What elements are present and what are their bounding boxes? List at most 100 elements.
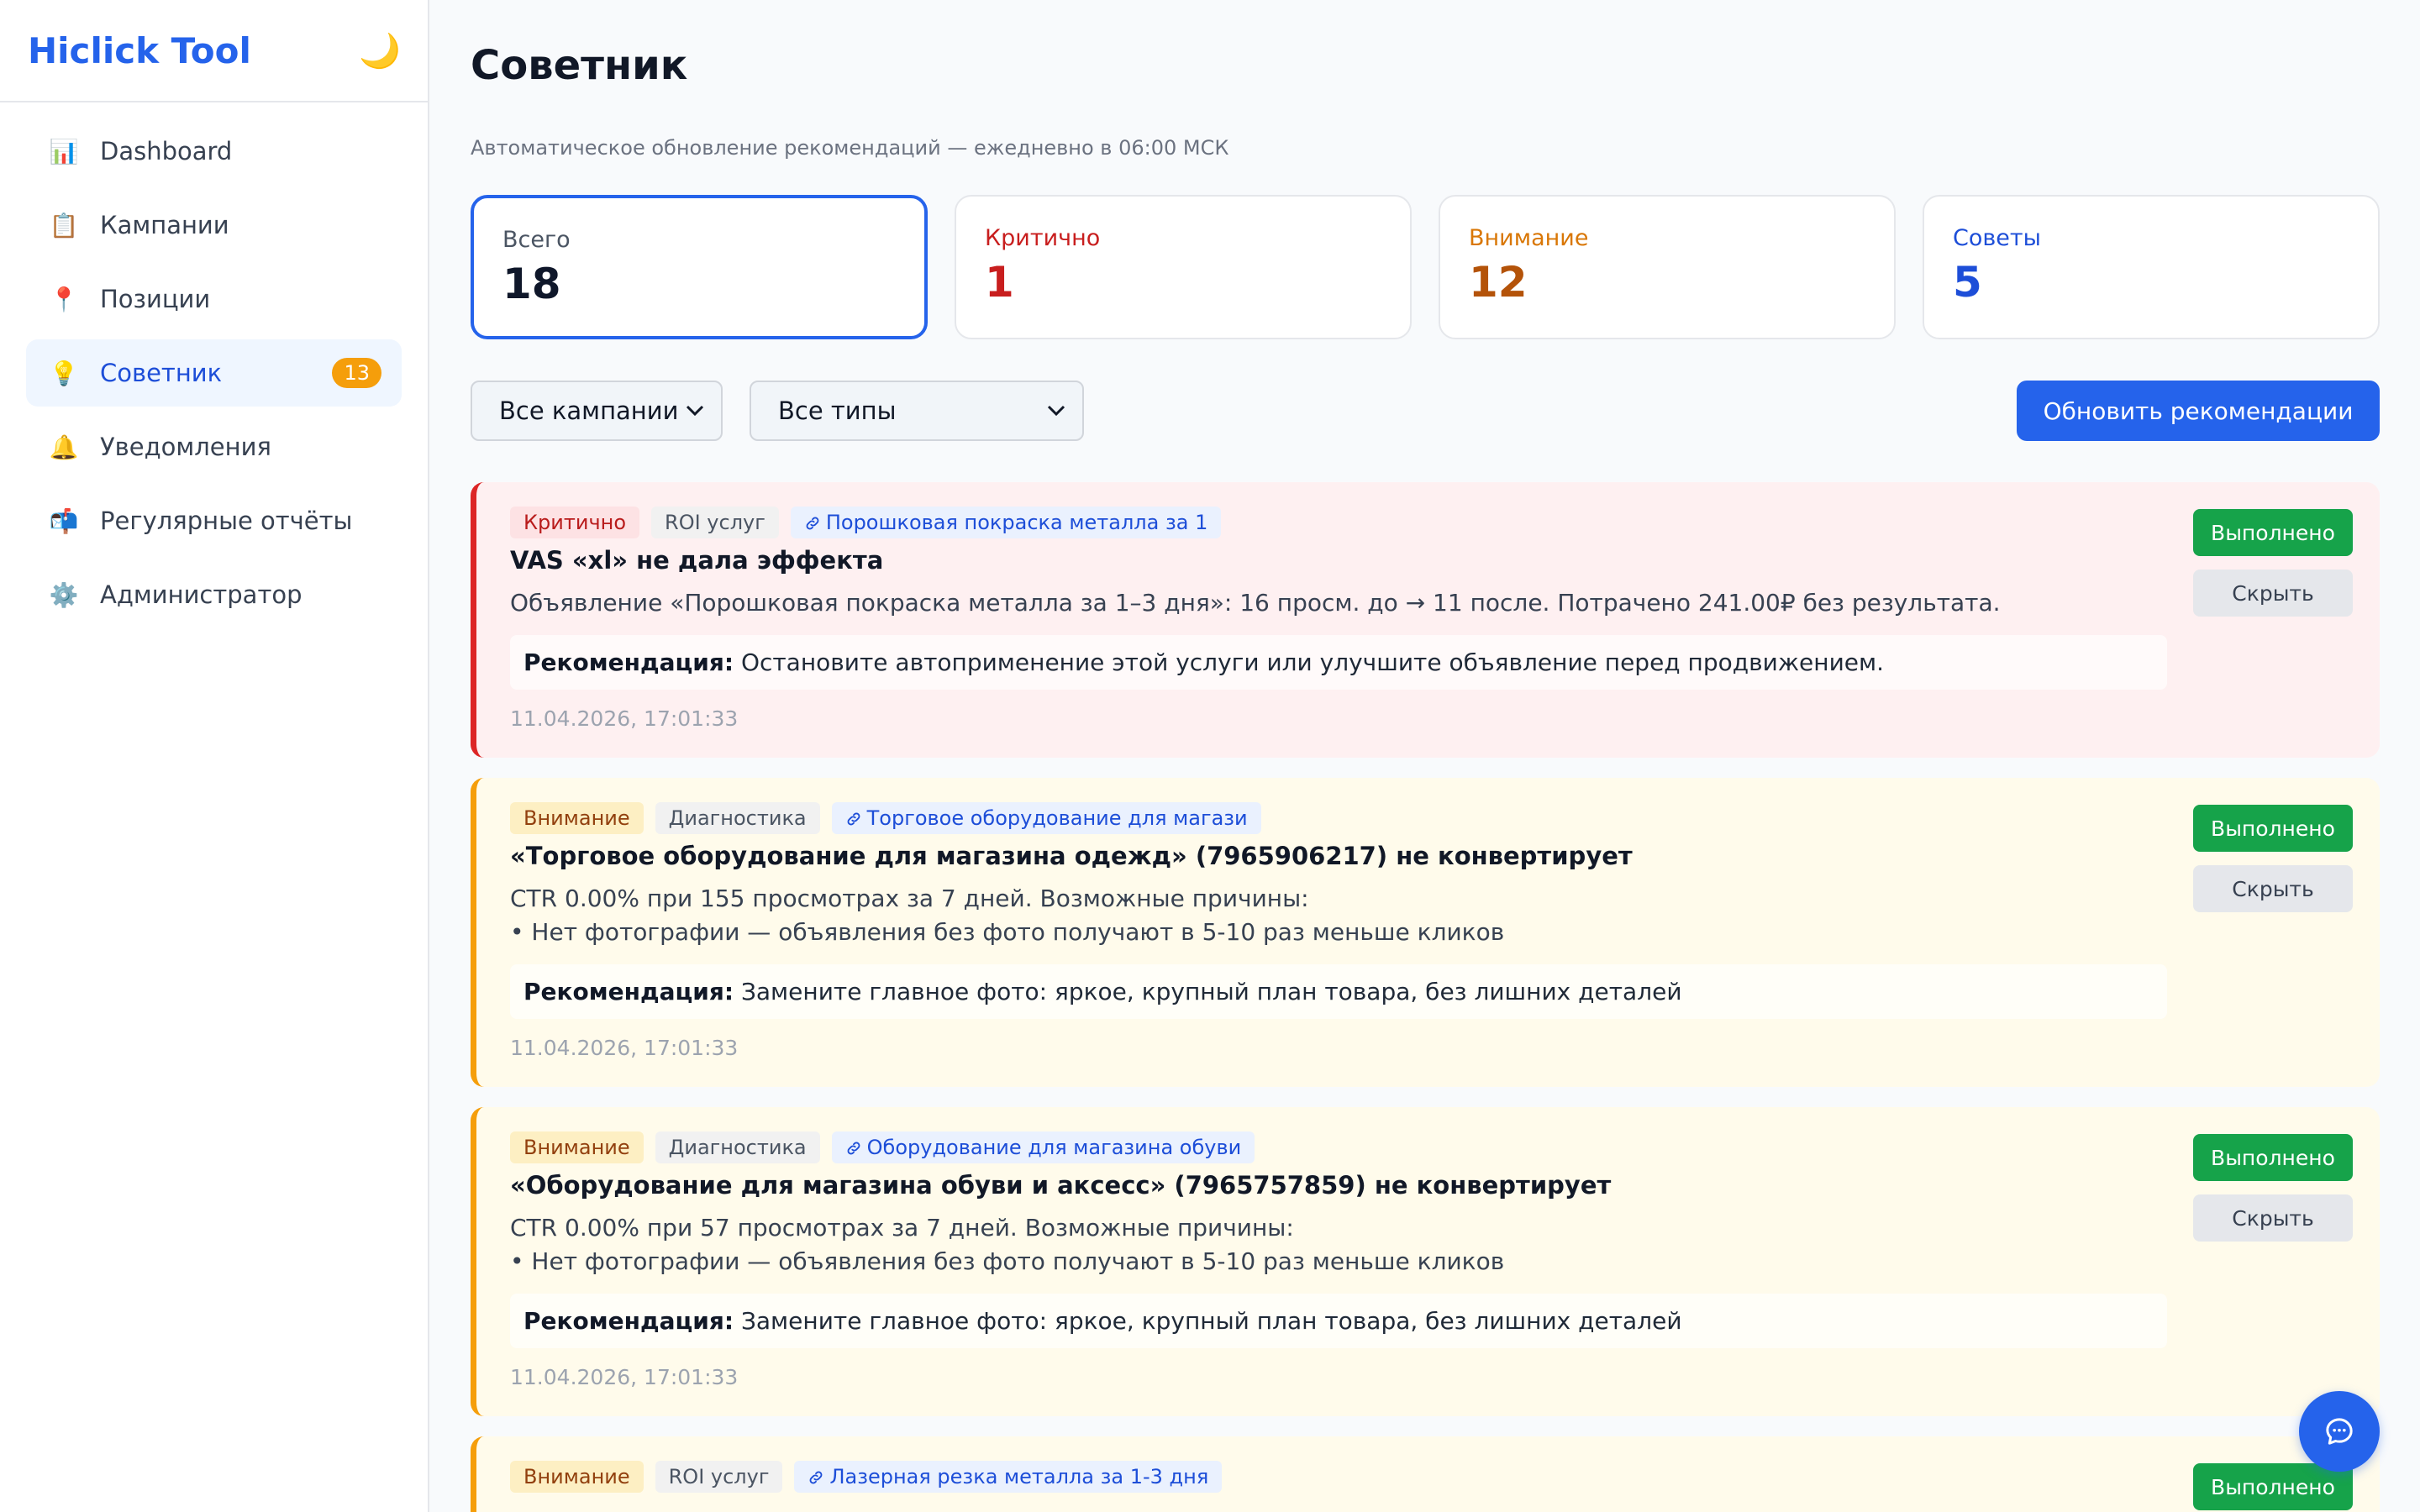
recommendation-label: Рекомендация: xyxy=(523,978,734,1005)
ad-link-text: Лазерная резка металла за 1-3 дня xyxy=(829,1465,1209,1488)
done-button[interactable]: Выполнено xyxy=(2193,509,2353,556)
chevron-down-icon xyxy=(1047,401,1065,422)
stat-label: Критично xyxy=(985,225,1101,251)
ad-link-text: Торговое оборудование для магази xyxy=(866,806,1248,830)
gear-icon: ⚙️ xyxy=(49,580,79,609)
page-subtitle: Автоматическое обновление рекомендаций —… xyxy=(471,136,1229,160)
recommendation-box: Рекомендация: Замените главное фото: ярк… xyxy=(510,1294,2167,1348)
sidebar-item-label: Уведомления xyxy=(100,433,271,461)
type-badge: ROI услуг xyxy=(651,507,779,538)
recommendation-card: Внимание ROI услуг Лазерная резка металл… xyxy=(471,1436,2380,1512)
recommendation-box: Рекомендация: Замените главное фото: ярк… xyxy=(510,964,2167,1019)
filters-bar: Все кампании Все типы Обновить рекоменда… xyxy=(471,380,2380,442)
sidebar-item-admin[interactable]: ⚙️ Администратор xyxy=(26,561,402,628)
pin-icon: 📍 xyxy=(49,285,79,313)
ad-link[interactable]: Торговое оборудование для магази xyxy=(831,802,1261,834)
main-content: Советник Автоматическое обновление реком… xyxy=(471,0,2380,1512)
sidebar-item-label: Позиции xyxy=(100,285,211,313)
bell-icon: 🔔 xyxy=(49,433,79,461)
card-actions: Выполнено Скрыть xyxy=(2193,805,2353,912)
done-button[interactable]: Выполнено xyxy=(2193,805,2353,852)
sidebar-item-label: Регулярные отчёты xyxy=(100,507,353,535)
severity-badge: Критично xyxy=(510,507,640,538)
recommendation-card: Внимание Диагностика Оборудование для ма… xyxy=(471,1107,2380,1416)
link-icon xyxy=(810,1471,823,1484)
card-tags: Критично ROI услуг Порошковая покраска м… xyxy=(510,506,2346,539)
sidebar: Hiclick Tool 🌙 📊 Dashboard 📋 Кампании 📍 … xyxy=(0,0,429,1512)
sidebar-header: Hiclick Tool 🌙 xyxy=(0,0,428,102)
stat-card-total[interactable]: Всего 18 xyxy=(471,195,928,339)
ad-link[interactable]: Порошковая покраска металла за 1 xyxy=(790,507,1222,538)
recommendation-label: Рекомендация: xyxy=(523,1307,734,1335)
ad-link[interactable]: Лазерная резка металла за 1-3 дня xyxy=(794,1461,1223,1493)
mailbox-icon: 📬 xyxy=(49,507,79,535)
recommendations-list: Критично ROI услуг Порошковая покраска м… xyxy=(471,482,2380,1512)
recommendation-text: Замените главное фото: яркое, крупный пл… xyxy=(740,1307,1682,1335)
sidebar-item-dashboard[interactable]: 📊 Dashboard xyxy=(26,118,402,185)
sidebar-item-label: Администратор xyxy=(100,580,302,609)
hide-button[interactable]: Скрыть xyxy=(2193,865,2353,912)
link-icon xyxy=(806,517,819,530)
stats-row: Всего 18 Критично 1 Внимание 12 Советы 5 xyxy=(471,195,2380,339)
stat-value: 1 xyxy=(985,258,1014,307)
sidebar-item-label: Dashboard xyxy=(100,137,233,165)
ad-link[interactable]: Оборудование для магазина обуви xyxy=(831,1131,1255,1163)
done-button[interactable]: Выполнено xyxy=(2193,1134,2353,1181)
hide-button[interactable]: Скрыть xyxy=(2193,1194,2353,1242)
chat-icon xyxy=(2326,1418,2353,1445)
card-tags: Внимание Диагностика Торговое оборудован… xyxy=(510,801,2346,835)
card-title: «Торговое оборудование для магазина одеж… xyxy=(510,842,1633,870)
campaign-filter-select[interactable]: Все кампании xyxy=(471,381,723,441)
stat-value: 5 xyxy=(1953,258,1982,307)
stat-card-warning[interactable]: Внимание 12 xyxy=(1439,195,1896,339)
sidebar-item-positions[interactable]: 📍 Позиции xyxy=(26,265,402,333)
ad-link-text: Порошковая покраска металла за 1 xyxy=(825,511,1208,534)
card-timestamp: 11.04.2026, 17:01:33 xyxy=(510,1036,739,1060)
card-title: VAS «xl» не дала эффекта xyxy=(510,546,884,575)
recommendation-text: Замените главное фото: яркое, крупный пл… xyxy=(740,978,1682,1005)
stat-card-critical[interactable]: Критично 1 xyxy=(955,195,1412,339)
card-description: CTR 0.00% при 57 просмотрах за 7 дней. В… xyxy=(510,1214,1505,1275)
sidebar-item-advisor[interactable]: 💡 Советник 13 xyxy=(26,339,402,407)
select-value: Все типы xyxy=(778,396,897,425)
stat-value: 12 xyxy=(1469,258,1528,307)
ad-link-text: Оборудование для магазина обуви xyxy=(866,1136,1242,1159)
recommendation-text: Остановите автоприменение этой услуги ил… xyxy=(740,648,1885,676)
card-tags: Внимание ROI услуг Лазерная резка металл… xyxy=(510,1460,2346,1494)
link-icon xyxy=(847,1142,860,1155)
sidebar-nav: 📊 Dashboard 📋 Кампании 📍 Позиции 💡 Совет… xyxy=(0,118,428,628)
select-value: Все кампании xyxy=(499,396,679,425)
recommendation-box: Рекомендация: Остановите автоприменение … xyxy=(510,635,2167,690)
recommendation-card: Внимание Диагностика Торговое оборудован… xyxy=(471,778,2380,1087)
sidebar-item-reports[interactable]: 📬 Регулярные отчёты xyxy=(26,487,402,554)
card-tags: Внимание Диагностика Оборудование для ма… xyxy=(510,1131,2346,1164)
severity-badge: Внимание xyxy=(510,1461,644,1493)
sidebar-item-campaigns[interactable]: 📋 Кампании xyxy=(26,192,402,259)
chat-button[interactable] xyxy=(2299,1391,2380,1472)
card-actions: Выполнено Скрыть xyxy=(2193,509,2353,617)
type-badge: ROI услуг xyxy=(655,1461,783,1493)
link-icon xyxy=(847,812,860,826)
brand-logo[interactable]: Hiclick Tool xyxy=(28,30,251,71)
type-badge: Диагностика xyxy=(655,802,820,834)
lightbulb-icon: 💡 xyxy=(49,359,79,387)
card-description: Объявление «Порошковая покраска металла … xyxy=(510,589,2001,617)
type-filter-select[interactable]: Все типы xyxy=(750,381,1084,441)
chevron-down-icon xyxy=(686,401,704,422)
stat-label: Советы xyxy=(1953,225,2041,251)
sidebar-item-label: Советник xyxy=(100,359,223,387)
sidebar-item-notifications[interactable]: 🔔 Уведомления xyxy=(26,413,402,480)
severity-badge: Внимание xyxy=(510,1131,644,1163)
stat-card-tips[interactable]: Советы 5 xyxy=(1923,195,2380,339)
stat-value: 18 xyxy=(502,260,561,308)
bar-chart-icon: 📊 xyxy=(49,137,79,165)
moon-icon[interactable]: 🌙 xyxy=(359,31,401,71)
card-actions: Выполнено Скрыть xyxy=(2193,1134,2353,1242)
stat-label: Всего xyxy=(502,227,571,253)
sidebar-item-label: Кампании xyxy=(100,211,229,239)
recommendation-card: Критично ROI услуг Порошковая покраска м… xyxy=(471,482,2380,758)
hide-button[interactable]: Скрыть xyxy=(2193,570,2353,617)
severity-badge: Внимание xyxy=(510,802,644,834)
page-title: Советник xyxy=(471,42,688,89)
refresh-recommendations-button[interactable]: Обновить рекомендации xyxy=(2017,381,2380,441)
